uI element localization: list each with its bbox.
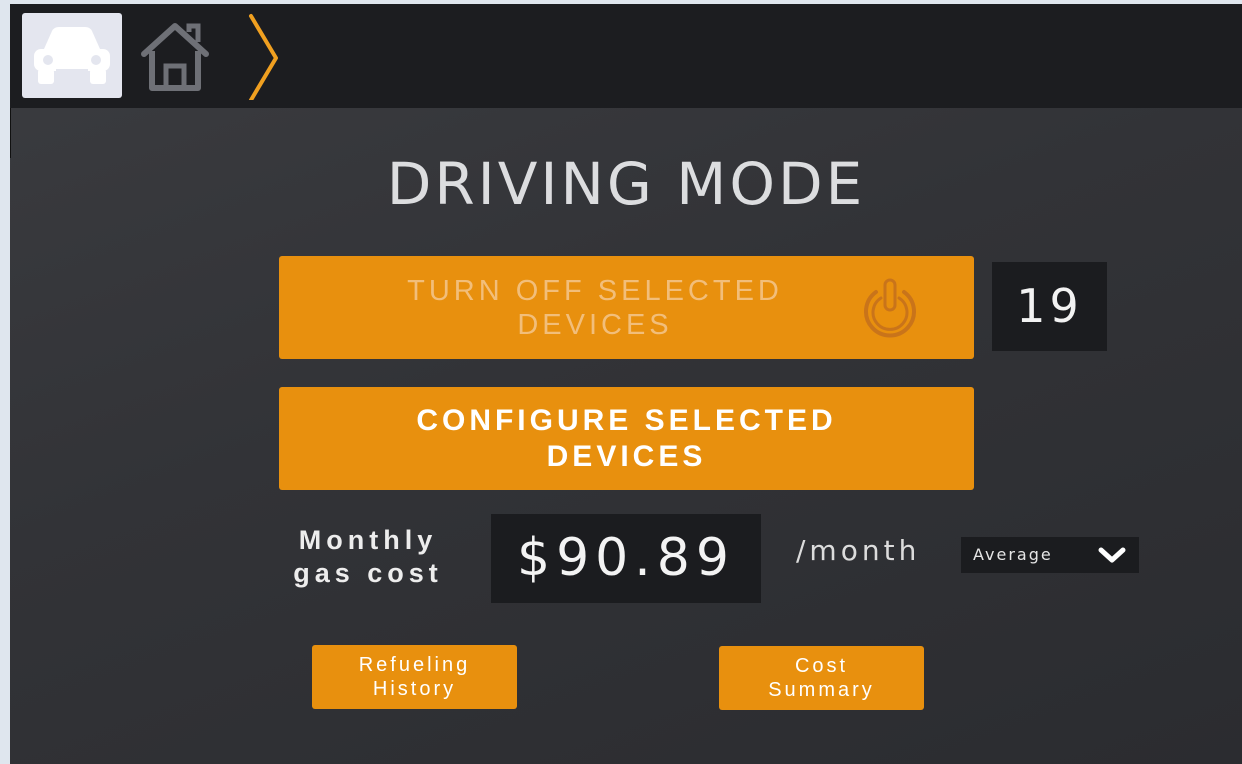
turn-off-selected-devices-button[interactable]: TURN OFF SELECTED DEVICES bbox=[279, 256, 974, 359]
turn-off-label-line1: TURN OFF SELECTED bbox=[407, 275, 783, 307]
refueling-label-line2: History bbox=[372, 678, 457, 700]
gas-label-line1: Monthly bbox=[298, 525, 438, 555]
car-icon bbox=[34, 27, 110, 84]
cost-summary-button[interactable]: Cost Summary bbox=[719, 646, 924, 710]
turn-off-label-line2: DEVICES bbox=[517, 309, 673, 341]
home-icon bbox=[141, 23, 209, 91]
refueling-label-line1: Refueling bbox=[358, 654, 471, 676]
cost-period-selected-value: Average bbox=[973, 545, 1053, 564]
cost-summary-label: Cost Summary bbox=[719, 654, 924, 702]
tab-next[interactable] bbox=[242, 12, 284, 102]
gas-label-line2: gas cost bbox=[293, 558, 443, 588]
cost-period-dropdown[interactable]: Average bbox=[961, 537, 1139, 573]
configure-label-line1: CONFIGURE SELECTED bbox=[416, 404, 837, 437]
configure-button-label: CONFIGURE SELECTED DEVICES bbox=[279, 403, 974, 475]
top-nav-bar bbox=[10, 4, 1242, 108]
configure-selected-devices-button[interactable]: CONFIGURE SELECTED DEVICES bbox=[279, 387, 974, 490]
cost-label-line2: Summary bbox=[768, 679, 875, 701]
driving-mode-screen: DRIVING MODE TURN OFF SELECTED DEVICES 1… bbox=[10, 4, 1242, 764]
turn-off-button-label: TURN OFF SELECTED DEVICES bbox=[355, 274, 835, 342]
monthly-gas-cost-label: Monthly gas cost bbox=[278, 524, 458, 590]
cost-label-line1: Cost bbox=[794, 655, 849, 677]
per-month-unit: /month bbox=[796, 534, 921, 567]
selected-device-count: 19 bbox=[992, 262, 1107, 351]
configure-label-line2: DEVICES bbox=[546, 440, 707, 473]
tab-driving-mode[interactable] bbox=[22, 13, 122, 98]
chevron-down-icon bbox=[1098, 547, 1126, 563]
tab-home[interactable] bbox=[134, 18, 216, 94]
monthly-gas-cost-value: $90.89 bbox=[491, 514, 761, 603]
page-title: DRIVING MODE bbox=[386, 150, 866, 218]
refueling-history-label: Refueling History bbox=[312, 653, 517, 701]
chevron-right-icon bbox=[249, 14, 278, 102]
refueling-history-button[interactable]: Refueling History bbox=[312, 645, 517, 709]
power-icon bbox=[864, 278, 916, 338]
